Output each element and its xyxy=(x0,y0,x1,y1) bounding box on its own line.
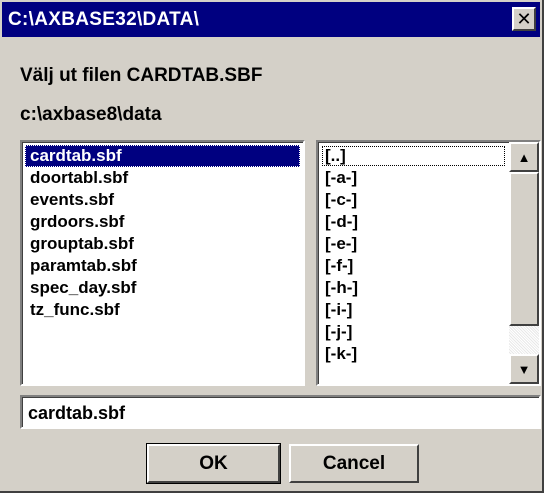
ok-button[interactable]: OK xyxy=(146,443,281,484)
filename-input[interactable]: cardtab.sbf xyxy=(20,395,541,429)
dialog-prompt: Välj ut filen CARDTAB.SBF xyxy=(20,65,263,86)
ok-button-label: OK xyxy=(199,452,228,474)
directory-list-item[interactable]: [-e-] xyxy=(321,233,506,255)
file-list-item[interactable]: cardtab.sbf xyxy=(25,145,300,167)
file-open-dialog: C:\AXBASE32\DATA\ ✕ Välj ut filen CARDTA… xyxy=(0,0,544,493)
directory-list-items: [..] [-a-] [-c-] [-d-] [-e-] [-f-] [-h-] [-i-][… xyxy=(321,145,506,365)
directory-list-item[interactable]: [-j-] xyxy=(321,321,506,343)
file-list-item[interactable]: grdoors.sbf xyxy=(25,211,300,233)
title-bar: C:\AXBASE32\DATA\ ✕ xyxy=(2,2,540,37)
scroll-thumb[interactable] xyxy=(509,172,539,326)
directory-list-item[interactable]: [-d-] xyxy=(321,211,506,233)
arrow-up-icon: ▲ xyxy=(517,149,531,165)
directory-list[interactable]: [..] [-a-] [-c-] [-d-] [-e-] [-f-] [-h-] [-i-][… xyxy=(316,140,541,386)
window-title: C:\AXBASE32\DATA\ xyxy=(8,9,200,30)
file-list-item[interactable]: spec_day.sbf xyxy=(25,277,300,299)
scroll-up-button[interactable]: ▲ xyxy=(509,142,539,172)
scroll-track[interactable] xyxy=(509,172,539,354)
cancel-button[interactable]: Cancel xyxy=(289,444,419,483)
file-list[interactable]: cardtab.sbf doortabl.sbf events.sbf grdoors… xyxy=(20,140,305,386)
cancel-button-label: Cancel xyxy=(322,452,386,474)
file-list-item[interactable]: grouptab.sbf xyxy=(25,233,300,255)
directory-list-item[interactable]: [..] xyxy=(321,145,506,167)
directory-list-item[interactable]: [-a-] xyxy=(321,167,506,189)
directory-list-item[interactable]: [-f-] xyxy=(321,255,506,277)
file-list-item[interactable]: doortabl.sbf xyxy=(25,167,300,189)
filename-input-value: cardtab.sbf xyxy=(28,403,126,423)
directory-list-item[interactable]: [-h-] xyxy=(321,277,506,299)
directory-list-item[interactable]: [-i-] xyxy=(321,299,506,321)
arrow-down-icon: ▼ xyxy=(517,361,531,377)
file-list-item[interactable]: paramtab.sbf xyxy=(25,255,300,277)
close-icon: ✕ xyxy=(516,9,532,29)
directory-list-item[interactable]: [-c-] xyxy=(321,189,506,211)
current-path: c:\axbase8\data xyxy=(20,104,162,125)
file-list-item[interactable]: tz_func.sbf xyxy=(25,299,300,321)
file-list-items: cardtab.sbf doortabl.sbf events.sbf grdoors… xyxy=(25,145,300,321)
close-button[interactable]: ✕ xyxy=(512,7,536,31)
directory-scrollbar[interactable]: ▲ ▼ xyxy=(509,142,539,384)
directory-list-item[interactable]: [-k-] xyxy=(321,343,506,365)
scroll-down-button[interactable]: ▼ xyxy=(509,354,539,384)
file-list-item[interactable]: events.sbf xyxy=(25,189,300,211)
